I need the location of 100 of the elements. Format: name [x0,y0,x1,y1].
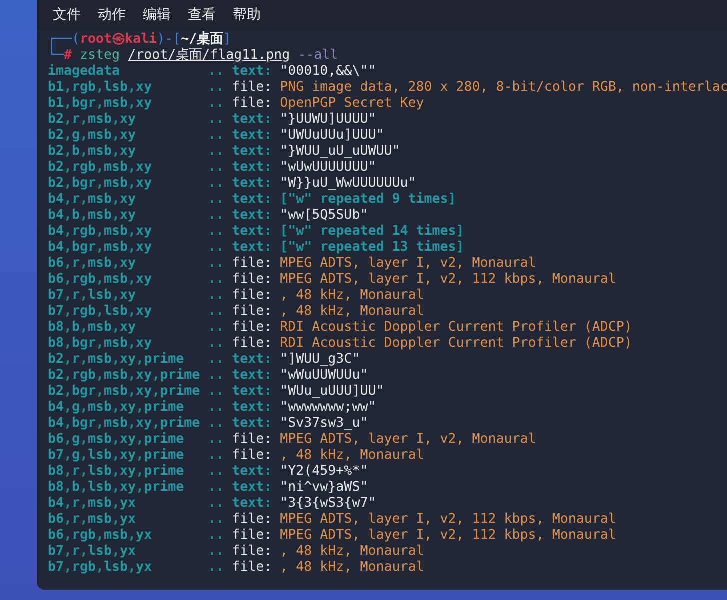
channel-name: b1,bgr,msb,xy [48,96,154,112]
result-value: "W}}uU_WwUUUUUUu" [280,176,416,192]
separator: .. [208,160,226,176]
channel-name: b8,b,msb,xy [48,320,138,336]
separator: .. [208,144,226,160]
result-type: file: [232,448,274,464]
prompt-user: root㉿kali [80,32,158,48]
result-value: "wWuUUWUUu" [280,368,368,384]
result-value: RDI Acoustic Doppler Current Profiler (ADCP) [280,320,632,336]
prompt-frame: ┌──( [48,32,80,48]
channel-name: b4,b,msb,xy [48,208,138,224]
result-value: MPEG ADTS, layer I, v2, Monaural [280,256,536,272]
separator: .. [208,560,226,576]
separator: .. [208,288,226,304]
result-value: MPEG ADTS, layer I, v2, Monaural [280,432,536,448]
channel-name: b8,b,lsb,xy,prime [48,480,186,496]
result-type: text: [232,176,274,192]
separator: .. [208,528,226,544]
channel-name: b4,g,msb,xy,prime [48,400,186,416]
result-value: MPEG ADTS, layer I, v2, 112 kbps, Monaural [280,528,616,544]
result-type: text: [232,192,274,208]
channel-name: b2,bgr,msb,xy [48,176,154,192]
prompt-directory: ~/桌面 [181,32,224,48]
result-value: PNG image data, 280 x 280, 8-bit/color RGB, non-interlac [280,80,727,96]
channel-name: b6,rgb,msb,xy [48,272,154,288]
menu-item[interactable]: 帮助 [233,6,261,24]
separator: .. [208,224,226,240]
channel-name: b8,bgr,msb,xy [48,336,154,352]
separator: .. [208,176,226,192]
menu-item[interactable]: 编辑 [143,6,171,24]
result-type: text: [232,224,274,240]
result-value: , 48 kHz, Monaural [280,448,424,464]
channel-name: b6,r,msb,xy [48,256,138,272]
result-value: "ni^vw}aWS" [280,480,368,496]
channel-name: b2,rgb,msb,xy,prime [48,368,202,384]
channel-name: b7,g,lsb,xy,prime [48,448,186,464]
result-value: ["w" repeated 9 times] [280,192,456,208]
prompt-frame: )-[ [157,32,182,48]
result-value: , 48 kHz, Monaural [280,544,424,560]
result-value: , 48 kHz, Monaural [280,304,424,320]
result-value: "WUu_uUUU]UU" [280,384,384,400]
separator: .. [208,128,226,144]
channel-name: b4,rgb,msb,xy [48,224,154,240]
result-value: , 48 kHz, Monaural [280,288,424,304]
channel-name: b4,r,msb,yx [48,496,138,512]
separator: .. [208,112,226,128]
result-type: file: [232,256,274,272]
command-name: zsteg [80,48,120,64]
menu-item[interactable]: 动作 [98,6,126,24]
result-type: text: [232,400,274,416]
command-path: /root/桌面/flag11.png [128,48,290,64]
channel-name: b2,b,msb,xy [48,144,138,160]
separator: .. [208,448,226,464]
menu-item[interactable]: 查看 [188,6,216,24]
separator: .. [208,96,226,112]
channel-name: imagedata [48,64,122,80]
separator: .. [208,432,226,448]
separator: .. [208,416,226,432]
separator: .. [208,512,226,528]
result-type: file: [232,512,274,528]
separator: .. [208,320,226,336]
separator: .. [208,384,226,400]
separator: .. [208,240,226,256]
result-type: file: [232,80,274,96]
channel-name: b8,r,lsb,xy,prime [48,464,186,480]
separator: .. [208,304,226,320]
result-value: ["w" repeated 14 times] [280,224,464,240]
channel-name: b7,rgb,lsb,xy [48,304,154,320]
channel-name: b7,rgb,lsb,yx [48,560,154,576]
result-type: text: [232,208,274,224]
channel-name: b6,rgb,msb,yx [48,528,154,544]
result-value: MPEG ADTS, layer I, v2, 112 kbps, Monaural [280,272,616,288]
channel-name: b2,bgr,msb,xy,prime [48,384,202,400]
result-type: text: [232,352,274,368]
channel-name: b2,r,msb,xy,prime [48,352,186,368]
result-value: OpenPGP Secret Key [280,96,424,112]
menu-item[interactable]: 文件 [53,6,81,24]
result-type: text: [232,128,274,144]
result-type: file: [232,432,274,448]
channel-name: b4,bgr,msb,xy,prime [48,416,202,432]
result-type: text: [232,480,274,496]
command-option: --all [298,48,338,64]
result-value: , 48 kHz, Monaural [280,560,424,576]
prompt-frame: ] [223,32,232,48]
result-type: text: [232,112,274,128]
separator: .. [208,192,226,208]
result-type: file: [232,304,274,320]
separator: .. [208,480,226,496]
separator: .. [208,464,226,480]
result-type: file: [232,560,274,576]
result-value: "00010,&&\"" [280,64,376,80]
separator: .. [208,336,226,352]
result-value: "wwwwwww;ww" [280,400,376,416]
result-value: "]WUU_g3C" [280,352,360,368]
separator: .. [208,208,226,224]
prompt-frame: └─ [48,48,64,64]
result-value: "UWUuUUu]UUU" [280,128,384,144]
result-type: file: [232,288,274,304]
result-type: text: [232,368,274,384]
result-type: file: [232,528,274,544]
